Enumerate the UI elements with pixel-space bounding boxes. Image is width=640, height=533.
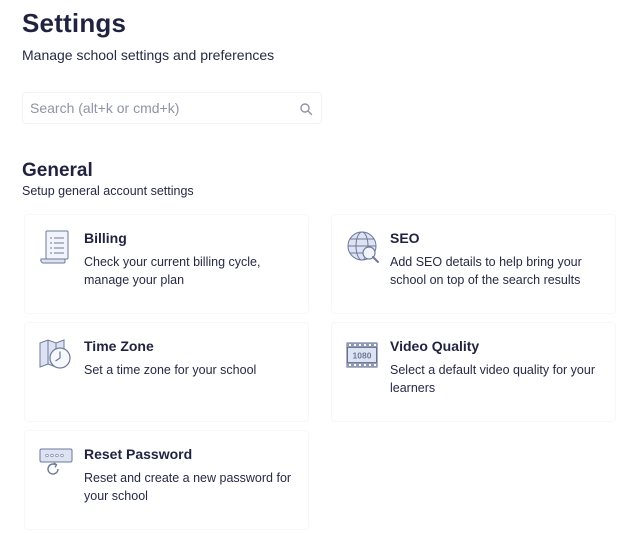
time-zone-icon bbox=[39, 339, 71, 369]
time-zone-card[interactable]: Time Zone Set a time zone for your schoo… bbox=[24, 322, 309, 422]
seo-card[interactable]: SEO Add SEO details to help bring your s… bbox=[331, 214, 616, 314]
reset-password-title: Reset Password bbox=[84, 446, 193, 462]
search-box[interactable] bbox=[22, 92, 322, 124]
billing-icon bbox=[40, 230, 69, 264]
billing-card[interactable]: Billing Check your current billing cycle… bbox=[24, 214, 309, 314]
section-title-general: General bbox=[22, 160, 93, 181]
globe-icon bbox=[347, 231, 379, 263]
section-subtitle-general: Setup general account settings bbox=[22, 184, 194, 198]
time-zone-description: Set a time zone for your school bbox=[84, 363, 257, 377]
video-quality-icon-label: 1080 bbox=[353, 351, 372, 361]
video-quality-card[interactable]: 1080 Video Quality Select a default vide… bbox=[331, 322, 616, 422]
time-zone-title: Time Zone bbox=[84, 338, 154, 354]
video-quality-description: Select a default video quality for your … bbox=[390, 363, 595, 395]
seo-description: Add SEO details to help bring your schoo… bbox=[390, 255, 582, 287]
reset-password-icon bbox=[39, 448, 73, 475]
page-subtitle: Manage school settings and preferences bbox=[22, 47, 275, 63]
reset-password-card[interactable]: Reset Password Reset and create a new pa… bbox=[24, 430, 309, 530]
page-title: Settings bbox=[22, 8, 127, 38]
billing-title: Billing bbox=[84, 230, 127, 246]
video-quality-title: Video Quality bbox=[390, 338, 480, 354]
reset-password-description: Reset and create a new password for your… bbox=[84, 471, 292, 503]
search-icon[interactable] bbox=[299, 102, 313, 116]
seo-title: SEO bbox=[390, 230, 420, 246]
billing-description: Check your current billing cycle, manage… bbox=[84, 255, 261, 287]
search-input[interactable] bbox=[23, 94, 300, 122]
video-quality-icon: 1080 bbox=[346, 342, 378, 368]
